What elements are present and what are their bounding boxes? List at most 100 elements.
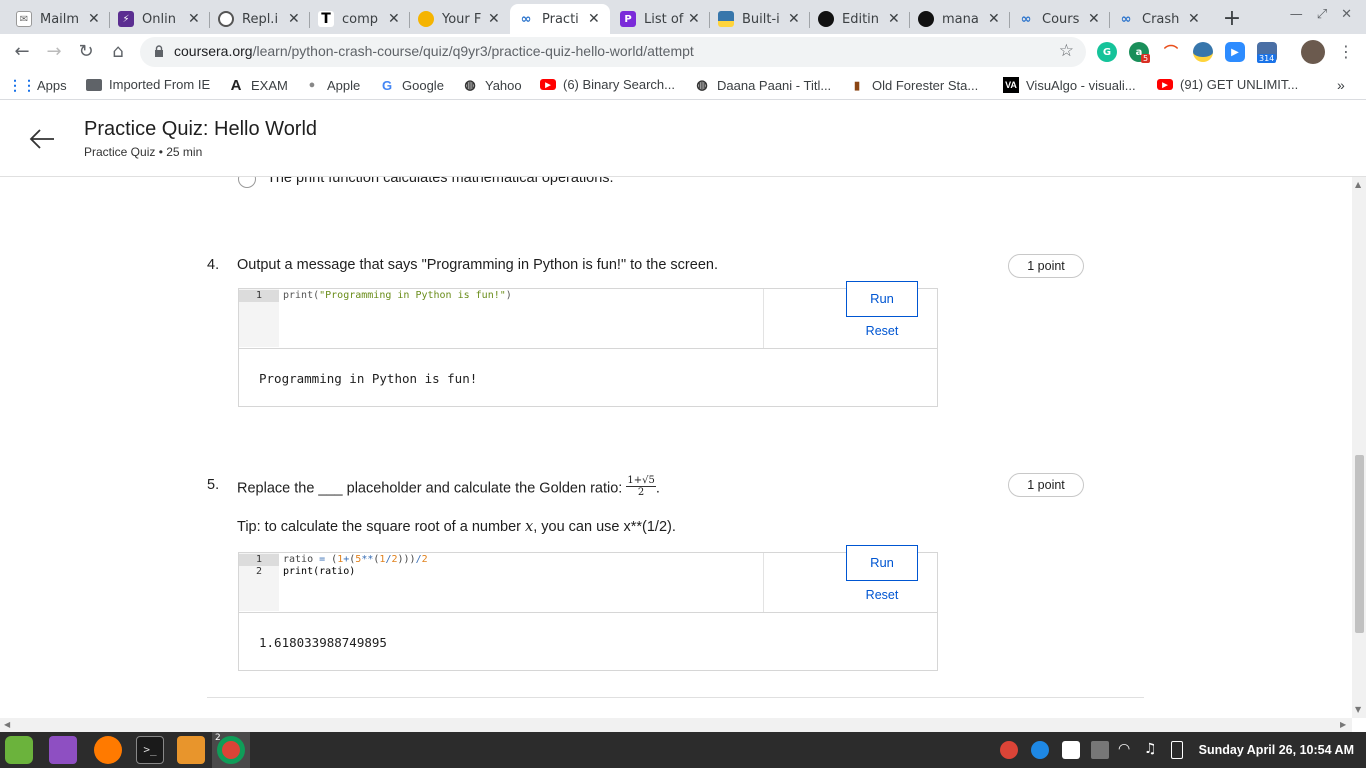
os-taskbar: >_ 2 ◠ ♫ Sunday April 26, 10:54 AM	[0, 732, 1366, 768]
nvidia-icon[interactable]	[1091, 741, 1109, 759]
line-number: 2	[255, 566, 263, 577]
line-number: 1	[239, 554, 279, 566]
scroll-right-icon[interactable]: ▶	[1340, 720, 1346, 729]
close-icon[interactable]: ✕	[188, 11, 202, 27]
tab-title: Cours	[1042, 11, 1080, 27]
python-extension-icon[interactable]	[1193, 42, 1213, 62]
chrome-taskbar-entry[interactable]: 2	[212, 732, 250, 768]
google-icon: G	[381, 77, 393, 93]
bookmark-google[interactable]: G Google	[379, 77, 444, 93]
chrome-tray-icon[interactable]	[1000, 741, 1018, 759]
code-editor[interactable]: 1 print("Programming in Python is fun!")…	[238, 288, 938, 407]
question-number: 4.	[207, 257, 220, 273]
globe-icon: ◍	[696, 77, 708, 92]
close-icon[interactable]: ✕	[88, 11, 102, 27]
close-icon[interactable]: ✕	[888, 11, 902, 27]
vertical-scrollbar[interactable]: ▲ ▼	[1352, 177, 1366, 718]
tab-replit[interactable]: Repl.i ✕	[210, 4, 310, 34]
tab-mailm[interactable]: ✉ Mailm ✕	[8, 4, 110, 34]
new-tab-button[interactable]: +	[1222, 6, 1242, 31]
mint-menu-icon[interactable]	[5, 736, 33, 764]
back-arrow-icon[interactable]	[28, 127, 56, 151]
wifi-icon[interactable]: ◠	[1118, 741, 1136, 759]
reset-button[interactable]: Reset	[846, 324, 918, 338]
music-note-icon[interactable]: ♫	[1144, 741, 1162, 759]
folder-icon[interactable]	[177, 736, 205, 764]
code-area[interactable]: 1 print("Programming in Python is fun!")	[239, 289, 764, 348]
tab-practice-active[interactable]: ∞ Practi ✕	[510, 4, 610, 34]
close-icon[interactable]: ✕	[1088, 11, 1102, 27]
radio-option[interactable]	[238, 177, 256, 188]
shield-icon[interactable]	[1062, 741, 1080, 759]
tab-list-of[interactable]: P List of ✕	[612, 4, 710, 34]
close-icon[interactable]: ✕	[388, 11, 402, 27]
avatar[interactable]	[1301, 40, 1325, 64]
points-badge: 1 point	[1008, 254, 1084, 278]
option-label: The print function calculates mathematic…	[267, 177, 614, 186]
scrollbar-thumb[interactable]	[1355, 455, 1364, 633]
bookmark-get-unlimited[interactable]: ▶ (91) GET UNLIMIT...	[1157, 77, 1298, 92]
battery-icon[interactable]	[1171, 741, 1183, 759]
bookmark-visualgo[interactable]: VA VisuAlgo - visuali...	[1003, 77, 1136, 93]
tab-your[interactable]: Your F ✕	[410, 4, 510, 34]
home-icon[interactable]: ⌂	[106, 40, 130, 64]
tab-mana[interactable]: mana ✕	[910, 4, 1010, 34]
terminal-icon[interactable]: >_	[136, 736, 164, 764]
code-line: ratio = (1+(5**(1/2)))/2	[283, 554, 428, 565]
close-icon[interactable]: ✕	[288, 11, 302, 27]
menu-kebab-icon[interactable]: ⋮	[1334, 40, 1358, 64]
tab-editing[interactable]: Editin ✕	[810, 4, 910, 34]
close-icon[interactable]: ✕	[1188, 11, 1202, 27]
tab-crash[interactable]: ∞ Crash ✕	[1110, 4, 1210, 34]
bookmark-star-icon[interactable]: ☆	[1059, 41, 1074, 61]
code-editor[interactable]: 1 2 ratio = (1+(5**(1/2)))/2 print(ratio…	[238, 552, 938, 671]
t-letter-icon: T	[318, 11, 334, 27]
close-icon[interactable]: ✕	[688, 11, 702, 27]
bookmark-exam[interactable]: A EXAM	[228, 77, 288, 94]
close-icon[interactable]: ✕	[788, 11, 802, 27]
tab-title: Crash	[1142, 11, 1180, 27]
bookmark-imported-from-ie[interactable]: Imported From IE	[86, 77, 210, 92]
bluetooth-icon[interactable]	[1031, 741, 1049, 759]
bookmark-binary-search[interactable]: ▶ (6) Binary Search...	[540, 77, 675, 92]
firefox-icon[interactable]	[94, 736, 122, 764]
bookmark-apple[interactable]: ● Apple	[304, 77, 361, 93]
tab-courses[interactable]: ∞ Cours ✕	[1010, 4, 1110, 34]
scroll-left-icon[interactable]: ◀	[4, 720, 10, 729]
rainbow-extension-icon[interactable]: ⌒	[1161, 42, 1181, 62]
close-window-icon[interactable]: ✕	[1341, 7, 1352, 22]
address-bar[interactable]: coursera.org/learn/python-crash-course/q…	[140, 37, 1086, 67]
bookmark-yahoo[interactable]: ◍ Yahoo	[462, 77, 521, 93]
youtube-icon: ▶	[540, 79, 556, 90]
horizontal-scrollbar[interactable]: ◀ ▶	[0, 718, 1352, 732]
minimize-icon[interactable]: —	[1290, 7, 1303, 22]
restore-icon[interactable]: ⤢	[1317, 7, 1327, 22]
tab-title: comp	[342, 11, 379, 27]
grammarly-icon[interactable]: G	[1097, 42, 1117, 62]
reload-icon[interactable]: ↻	[74, 40, 98, 64]
code-area[interactable]: 1 2 ratio = (1+(5**(1/2)))/2 print(ratio…	[239, 553, 764, 612]
forward-icon[interactable]: →	[42, 40, 66, 64]
run-button[interactable]: Run	[846, 545, 918, 581]
run-button[interactable]: Run	[846, 281, 918, 317]
file-manager-icon[interactable]	[49, 736, 77, 764]
coursera-icon: ∞	[1018, 11, 1034, 27]
tab-online[interactable]: ⚡ Onlin ✕	[110, 4, 210, 34]
zoom-extension-icon[interactable]: ▶	[1225, 42, 1245, 62]
reset-button[interactable]: Reset	[846, 588, 918, 602]
python-icon	[718, 11, 734, 27]
bookmarks-overflow-icon[interactable]: »	[1337, 77, 1345, 93]
close-icon[interactable]: ✕	[988, 11, 1002, 27]
window-controls: — ⤢ ✕	[1290, 7, 1352, 22]
bookmark-old-forester[interactable]: ▮ Old Forester Sta...	[849, 77, 978, 93]
scroll-up-icon[interactable]: ▲	[1355, 180, 1361, 189]
bookmark-daana-paani[interactable]: ◍ Daana Paani - Titl...	[694, 77, 831, 93]
scroll-down-icon[interactable]: ▼	[1355, 705, 1361, 714]
close-icon[interactable]: ✕	[488, 11, 502, 27]
page-subtitle: Practice Quiz • 25 min	[84, 145, 203, 159]
back-icon[interactable]: ←	[10, 40, 34, 64]
tab-comp[interactable]: T comp ✕	[310, 4, 410, 34]
bookmark-apps[interactable]: ⋮⋮ Apps	[8, 77, 67, 93]
close-icon[interactable]: ✕	[588, 11, 602, 27]
tab-built-in[interactable]: Built-i ✕	[710, 4, 810, 34]
